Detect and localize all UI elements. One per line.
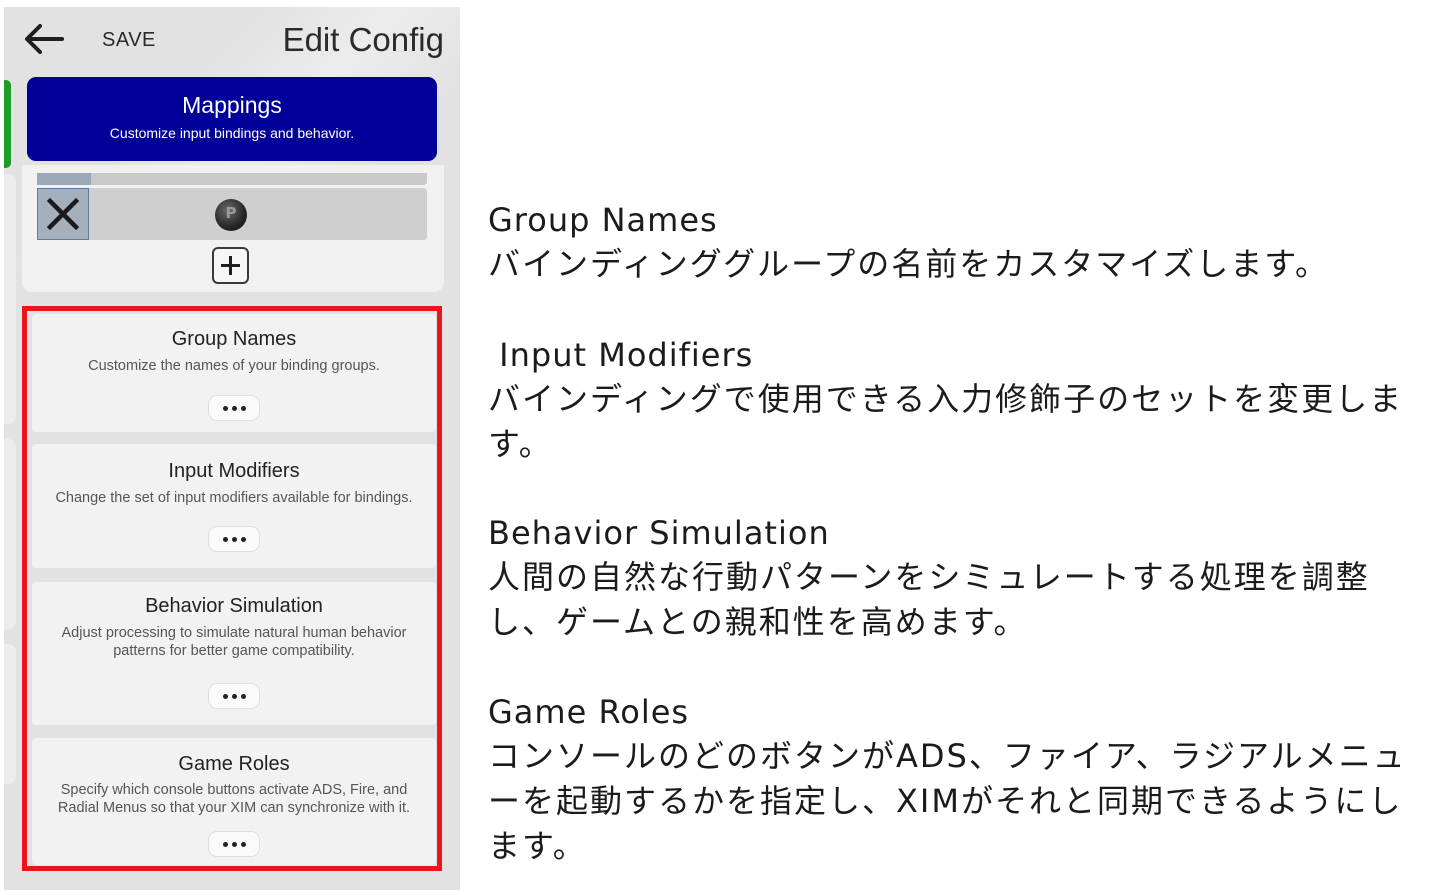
arrow-left-icon[interactable]	[22, 21, 68, 57]
binding-row[interactable]: P	[37, 188, 427, 240]
mappings-subtitle: Customize input bindings and behavior.	[109, 125, 355, 141]
annotation-heading: Game Roles	[488, 693, 690, 731]
close-x-icon[interactable]	[37, 188, 89, 240]
top-bar: SAVE Edit Config	[4, 7, 460, 73]
plus-icon[interactable]	[212, 247, 249, 284]
annotation-heading: Group Names	[488, 201, 718, 239]
mappings-section-header[interactable]: Mappings Customize input bindings and be…	[27, 77, 437, 161]
annotation-group-names: Group Names バインディンググループの名前をカスタマイズします。	[488, 198, 1423, 287]
remove-binding-button[interactable]	[37, 173, 91, 185]
annotation-body: バインディンググループの名前をカスタマイズします。	[488, 245, 1330, 283]
annotation-heading: Input Modifiers	[488, 336, 754, 374]
annotation-game-roles: Game Roles コンソールのどのボタンがADS、ファイア、ラジアルメニュー…	[488, 690, 1423, 869]
annotation-input-modifiers: Input Modifiers バインディングで使用できる入力修飾子のセットを変…	[488, 333, 1423, 467]
highlight-box	[22, 306, 442, 871]
save-button[interactable]: SAVE	[102, 29, 156, 52]
left-rail-panel	[4, 174, 16, 424]
playstation-button-icon: P	[215, 199, 247, 231]
annotation-body: 人間の自然な行動パターンをシミュレートする処理を調整し、ゲームとの親和性を高めま…	[488, 558, 1370, 641]
annotation-behavior-simulation: Behavior Simulation 人間の自然な行動パターンをシミュレートす…	[488, 511, 1423, 645]
left-rail-panel	[4, 439, 16, 629]
side-tab-indicator[interactable]	[4, 80, 11, 168]
phone-screenshot: SAVE Edit Config Mappings Customize inpu…	[4, 7, 460, 890]
page-title: Edit Config	[282, 21, 444, 58]
mappings-title: Mappings	[182, 92, 282, 118]
annotation-body: バインディングで使用できる入力修飾子のセットを変更します。	[488, 380, 1404, 463]
annotation-heading: Behavior Simulation	[488, 514, 830, 552]
left-rail-panel	[4, 644, 16, 784]
annotation-body: コンソールのどのボタンがADS、ファイア、ラジアルメニューを起動するかを指定し、…	[488, 737, 1407, 865]
binding-row[interactable]	[37, 173, 427, 185]
